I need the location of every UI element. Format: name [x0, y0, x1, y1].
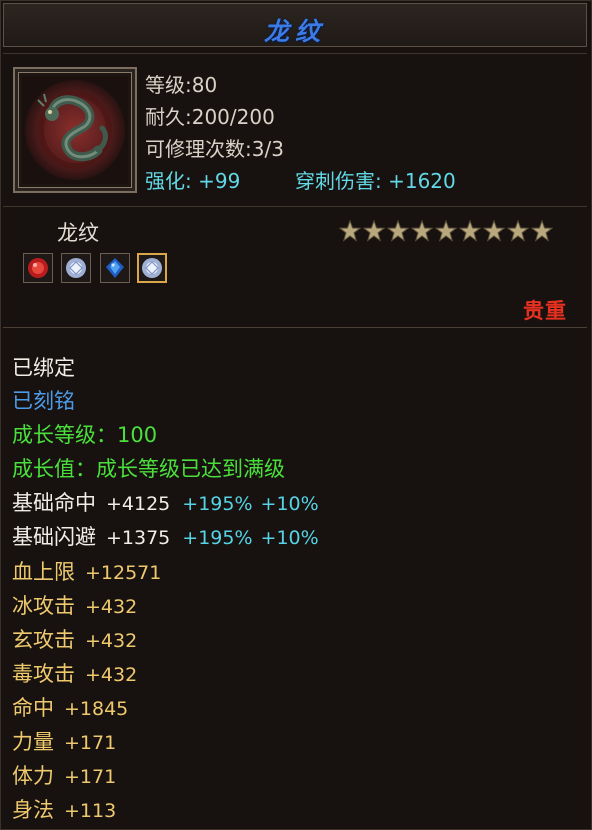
enhance-row: 强化: +99 穿刺伤害: +1620: [145, 165, 456, 194]
attr-label: 冰攻击: [12, 594, 75, 618]
attr-value: +171: [64, 732, 117, 754]
attr-label: 力量: [12, 730, 54, 754]
attr-label: 基础命中: [12, 491, 96, 515]
blue-gem-icon: [106, 258, 124, 278]
growth-level: 成长等级：100: [12, 423, 158, 447]
star-icon: [435, 220, 457, 242]
base-dodge-row: 基础闪避 +1375 +195% +10%: [12, 521, 319, 551]
star-icon: [483, 220, 505, 242]
dragon-emblem-icon: [22, 76, 128, 184]
attr-value: +1845: [64, 698, 129, 720]
attr-label: 血上限: [12, 560, 75, 584]
attr-label: 命中: [12, 696, 54, 720]
item-name: 龙纹: [57, 221, 99, 245]
gem-socket-2[interactable]: [61, 253, 91, 283]
attr-value: +432: [85, 596, 138, 618]
attr-value: +113: [64, 800, 117, 822]
enhance-stat: 强化: +99: [145, 169, 241, 193]
attr-value: +1375: [106, 527, 171, 549]
ice-attack-row: 冰攻击 +432: [12, 590, 137, 620]
attr-label: 体力: [12, 764, 54, 788]
gem-socket-1[interactable]: [23, 253, 53, 283]
item-icon-frame[interactable]: [13, 67, 137, 193]
attr-bonus: +195%: [182, 527, 253, 549]
attr-value: +432: [85, 664, 138, 686]
agility-row: 身法 +113: [12, 794, 116, 824]
item-tooltip-panel: 龙纹 等级:80 耐久:200/200 可修理次数:3/3 强化: +99 穿刺…: [0, 0, 592, 830]
star-icon: [459, 220, 481, 242]
attr-value: +4125: [106, 493, 171, 515]
bound-status: 已绑定: [12, 356, 75, 380]
attr-label: 毒攻击: [12, 662, 75, 686]
hit-row: 命中 +1845: [12, 692, 128, 722]
white-gem-icon: [66, 258, 86, 278]
attr-value: +12571: [85, 562, 162, 584]
star-icon: [531, 220, 553, 242]
rarity-label: 贵重: [523, 299, 567, 323]
item-summary: 等级:80 耐久:200/200 可修理次数:3/3 强化: +99 穿刺伤害:…: [3, 53, 587, 207]
star-icon: [339, 220, 361, 242]
repair-count-stat: 可修理次数:3/3: [145, 137, 284, 161]
star-icon: [507, 220, 529, 242]
white-gem-icon: [142, 258, 162, 278]
star-icon: [411, 220, 433, 242]
attr-label: 玄攻击: [12, 628, 75, 652]
engraved-status: 已刻铭: [12, 389, 75, 413]
attr-value: +432: [85, 630, 138, 652]
durability-stat: 耐久:200/200: [145, 105, 275, 129]
red-gem-icon: [28, 258, 48, 278]
attribute-list: 已绑定 已刻铭 成长等级：100 成长值：成长等级已达到满级 基础命中 +4125…: [3, 327, 587, 829]
level-stat: 等级:80: [145, 73, 218, 97]
strength-row: 力量 +171: [12, 726, 116, 756]
mystic-attack-row: 玄攻击 +432: [12, 624, 137, 654]
attr-bonus: +10%: [260, 493, 319, 515]
base-hit-row: 基础命中 +4125 +195% +10%: [12, 487, 319, 517]
gem-socket-3[interactable]: [100, 253, 130, 283]
poison-attack-row: 毒攻击 +432: [12, 658, 137, 688]
attr-bonus: +10%: [260, 527, 319, 549]
title-bar: 龙纹: [3, 3, 587, 47]
attr-label: 基础闪避: [12, 525, 96, 549]
gem-socket-4[interactable]: [137, 253, 167, 283]
attr-label: 身法: [12, 798, 54, 822]
hp-row: 血上限 +12571: [12, 556, 161, 586]
star-icon: [387, 220, 409, 242]
attr-value: +171: [64, 766, 117, 788]
star-icon: [363, 220, 385, 242]
item-title: 龙纹: [263, 17, 326, 46]
pierce-damage-stat: 穿刺伤害: +1620: [295, 169, 456, 193]
stamina-row: 体力 +171: [12, 760, 116, 790]
attr-bonus: +195%: [182, 493, 253, 515]
growth-value: 成长值：成长等级已达到满级: [12, 457, 285, 481]
